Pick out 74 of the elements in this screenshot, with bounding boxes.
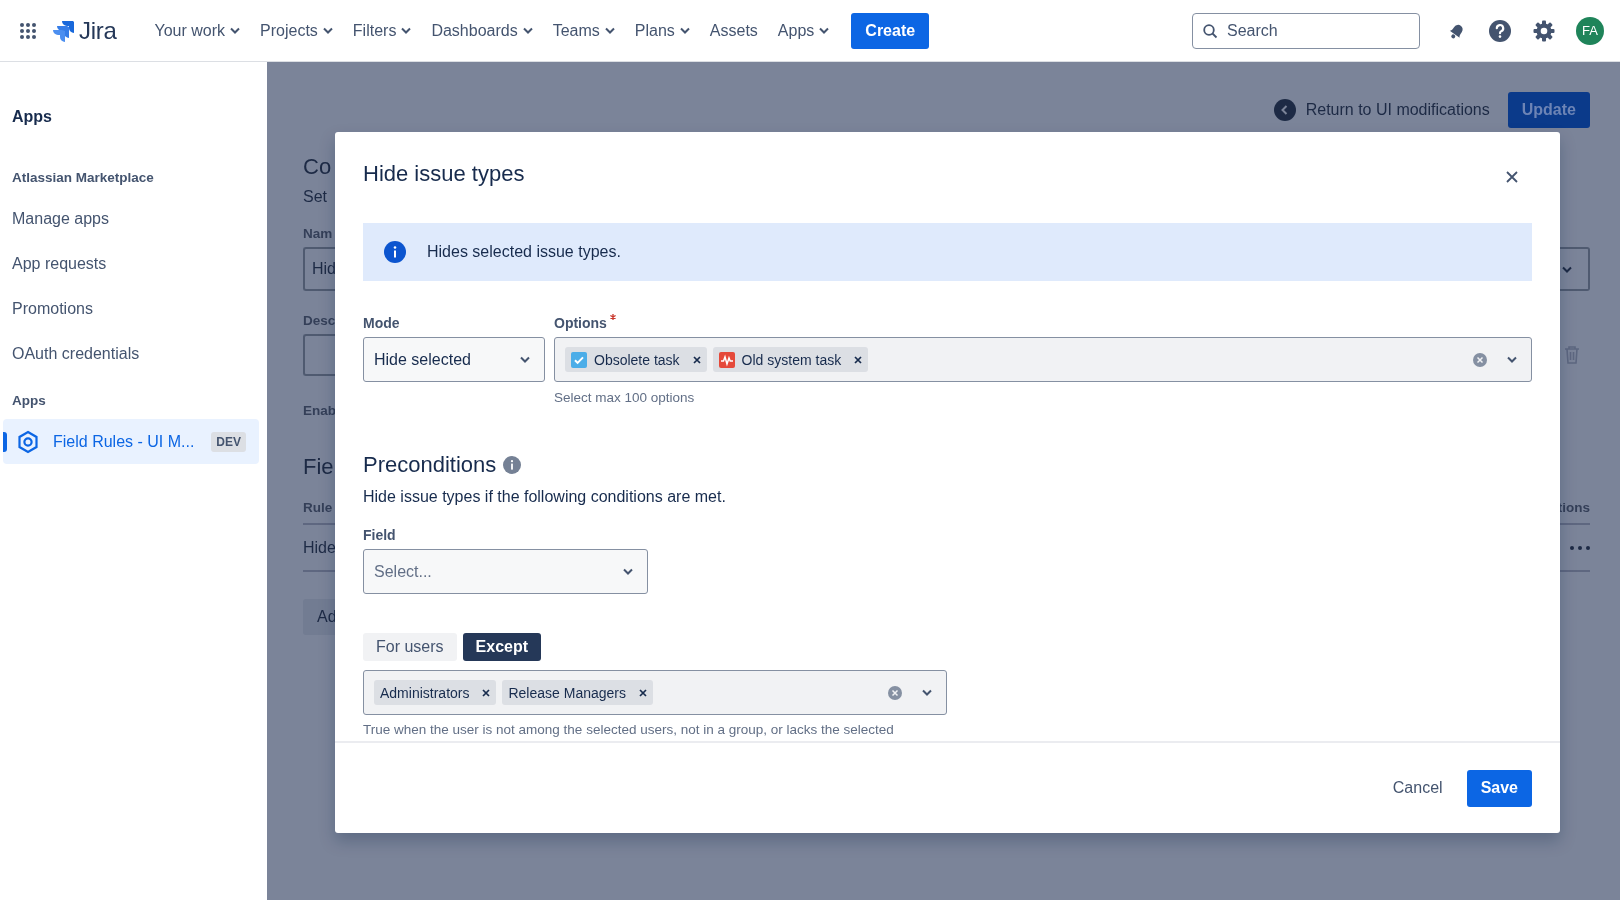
field-select[interactable]: Select... <box>363 549 648 594</box>
more-icon[interactable] <box>1570 545 1590 550</box>
toggle-tab[interactable]: Except <box>462 633 542 661</box>
settings-icon[interactable] <box>1532 18 1556 43</box>
chevron-down-icon <box>623 568 633 575</box>
nav-menu-item[interactable]: Assets <box>701 13 766 48</box>
options-select[interactable]: Obsolete task Old system task <box>554 337 1532 382</box>
nav-menu-item[interactable]: Apps <box>769 13 838 48</box>
section-heading: Preconditions <box>363 452 497 478</box>
chevron-down-icon <box>1507 356 1517 363</box>
nav-menu-item[interactable]: Filters <box>344 13 420 48</box>
clear-icon[interactable] <box>888 685 902 700</box>
app-grid-icon[interactable] <box>19 21 37 40</box>
remove-icon[interactable] <box>854 355 863 364</box>
user-avatar[interactable]: FA <box>1576 16 1604 45</box>
logo-text[interactable]: Jira <box>79 16 117 45</box>
sidebar-section-heading: Atlassian Marketplace <box>11 170 155 185</box>
section-description: Hide issue types if the following conditions are met. <box>363 488 727 506</box>
pulse-task-icon <box>718 351 735 368</box>
remove-icon[interactable] <box>639 688 647 697</box>
users-select[interactable]: Administrators Release Managers <box>363 670 947 715</box>
return-link[interactable]: Return to UI modifications <box>1273 99 1490 121</box>
option-tag[interactable]: Old system task <box>712 347 869 372</box>
remove-icon[interactable] <box>482 688 491 697</box>
mode-select[interactable]: Hide selected <box>363 337 545 382</box>
field-label: Field <box>363 526 397 544</box>
logo-icon <box>53 19 75 42</box>
page-heading: Co <box>303 154 332 180</box>
modal-title: Hide issue types <box>363 161 525 187</box>
info-text: Hides selected issue types. <box>427 243 621 261</box>
sidebar-item[interactable]: Field Rules - UI M... DEV <box>3 419 259 464</box>
hexagon-app-icon <box>17 429 39 454</box>
save-button[interactable]: Save <box>1466 769 1532 807</box>
chevron-down-icon <box>1561 265 1572 273</box>
field-label: Mode <box>363 314 401 332</box>
clear-icon[interactable] <box>1473 352 1487 367</box>
nav-menu-item[interactable]: Teams <box>544 13 623 48</box>
toggle-tab[interactable]: For users <box>363 633 457 661</box>
nav-menu-item[interactable]: Projects <box>252 13 341 48</box>
info-icon <box>384 241 406 263</box>
field-label: Nam <box>303 226 333 241</box>
sidebar-section-heading: Apps <box>11 393 47 408</box>
nav-menu-item[interactable]: Dashboards <box>423 13 541 48</box>
page-subtitle: Set <box>303 188 327 206</box>
search-icon <box>1203 23 1218 39</box>
helper-text: Select max 100 options <box>554 390 696 405</box>
helper-text: True when the user is not among the selected users, not in a group, or lacks the selected <box>363 722 895 737</box>
help-icon[interactable] <box>1488 18 1512 43</box>
checkbox-task-icon <box>571 351 587 368</box>
chevron-down-icon <box>520 356 530 363</box>
info-icon[interactable] <box>503 456 522 474</box>
sidebar-title: Apps <box>11 108 53 126</box>
table-cell: Hide <box>303 538 336 557</box>
close-icon[interactable] <box>1506 171 1518 183</box>
sidebar-item[interactable]: Promotions <box>3 286 259 331</box>
section-heading: Fie <box>303 454 334 480</box>
field-label: Options <box>554 314 607 332</box>
group-tag[interactable]: Administrators <box>374 680 497 705</box>
group-tag[interactable]: Release Managers <box>502 680 653 705</box>
cancel-button[interactable]: Cancel <box>1384 770 1451 806</box>
column-header: Rule <box>303 500 333 515</box>
sidebar-item[interactable]: Manage apps <box>3 196 259 241</box>
sidebar-item[interactable]: OAuth credentials <box>3 331 259 376</box>
option-tag[interactable]: Obsolete task <box>565 347 707 372</box>
dev-badge: DEV <box>211 431 246 452</box>
chevron-down-icon <box>922 689 932 696</box>
nav-menu-item[interactable]: Your work <box>146 13 249 48</box>
remove-icon[interactable] <box>692 355 701 364</box>
search-field[interactable]: Search <box>1192 12 1420 49</box>
create-button[interactable]: Create <box>851 12 930 49</box>
field-label: Enab <box>303 403 336 418</box>
sidebar-item[interactable]: App requests <box>3 241 259 286</box>
field-label: Desc <box>303 313 336 328</box>
nav-menu-item[interactable]: Plans <box>626 13 698 48</box>
